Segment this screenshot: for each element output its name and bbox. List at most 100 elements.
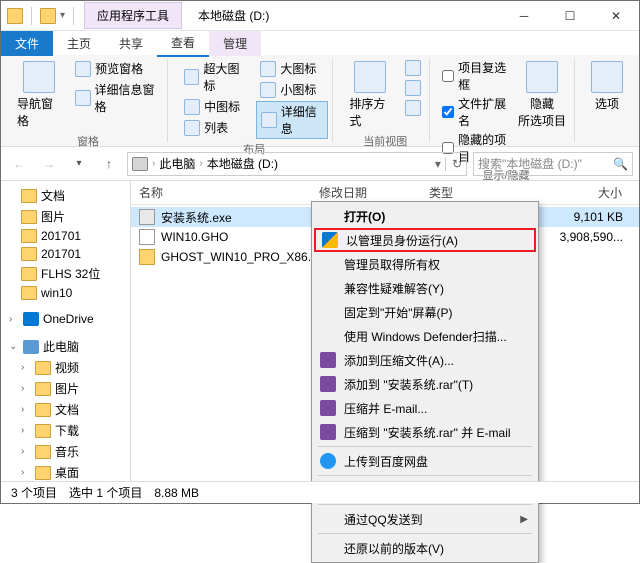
view-l-icons[interactable]: 大图标 [256, 59, 328, 78]
detail-pane-button[interactable]: 详细信息窗格 [71, 80, 163, 116]
sidebar-item-pics[interactable]: ›图片 [1, 378, 130, 399]
file-size: 3,908,590... [531, 230, 639, 244]
l-icon [260, 61, 276, 77]
sort-by-button[interactable]: 排序方式 [345, 59, 395, 131]
sidebar-item-201701[interactable]: 201701 [1, 227, 130, 245]
preview-icon [75, 61, 91, 77]
options-button[interactable]: 选项 [587, 59, 627, 114]
context-tab[interactable]: 应用程序工具 [84, 2, 182, 29]
sidebar-item-docs[interactable]: ›文档 [1, 399, 130, 420]
drive-icon [132, 157, 148, 171]
ctx-baidu[interactable]: 上传到百度网盘 [314, 449, 536, 473]
file-extensions[interactable]: 文件扩展名 [442, 95, 508, 129]
breadcrumb[interactable]: 此电脑 [159, 155, 195, 172]
chevron-right-icon[interactable]: › [9, 314, 19, 325]
forward-button[interactable]: → [37, 152, 61, 176]
ctx-compat[interactable]: 兼容性疑难解答(Y) [314, 276, 536, 300]
details-icon [261, 112, 276, 128]
back-button[interactable]: ← [7, 152, 31, 176]
up-button[interactable]: ↑ [97, 152, 121, 176]
col-name[interactable]: 名称 [131, 184, 311, 201]
ctx-run-as-admin[interactable]: 以管理员身份运行(A) [314, 228, 536, 252]
sidebar-item-desktop[interactable]: ›桌面 [1, 462, 130, 481]
minimize-button[interactable]: ─ [501, 1, 547, 31]
close-button[interactable]: ✕ [593, 1, 639, 31]
chevron-right-icon: ▶ [520, 514, 528, 525]
sort-icon [354, 61, 386, 93]
view-details[interactable]: 详细信息 [256, 101, 328, 139]
view-xl-icons[interactable]: 超大图标 [180, 59, 250, 95]
sidebar-item-docs[interactable]: 文档 [1, 185, 130, 206]
list-icon [184, 120, 200, 136]
tab-manage[interactable]: 管理 [209, 31, 261, 56]
addcol-button[interactable] [401, 79, 425, 97]
maximize-button[interactable]: ☐ [547, 1, 593, 31]
nav-pane-label: 导航窗格 [17, 95, 61, 129]
tab-home[interactable]: 主页 [53, 31, 105, 56]
folder-icon [21, 247, 37, 261]
address-bar-row: ← → ▾ ↑ › 此电脑 › 本地磁盘 (D:) ▾ ↻ 搜索"本地磁盘 (D… [1, 147, 639, 181]
ctx-open[interactable]: 打开(O) [314, 204, 536, 228]
sidebar-item-flhs[interactable]: FLHS 32位 [1, 263, 130, 284]
ctx-email-zip[interactable]: 压缩并 E-mail... [314, 396, 536, 420]
nav-pane-button[interactable]: 导航窗格 [13, 59, 65, 131]
col-size[interactable]: 大小 [501, 184, 639, 201]
sidebar-item-onedrive[interactable]: ›OneDrive [1, 310, 130, 328]
search-box[interactable]: 搜索"本地磁盘 (D:)" 🔍 [473, 152, 633, 176]
ctx-email-rar[interactable]: 压缩到 "安装系统.rar" 并 E-mail [314, 420, 536, 444]
folder-icon [35, 466, 51, 480]
tab-share[interactable]: 共享 [105, 31, 157, 56]
rar-icon [320, 424, 336, 440]
item-checkboxes[interactable]: 项目复选框 [442, 59, 508, 93]
window-title: 本地磁盘 (D:) [182, 7, 285, 24]
view-s-icons[interactable]: 小图标 [256, 80, 328, 99]
ctx-add-archive[interactable]: 添加到压缩文件(A)... [314, 348, 536, 372]
view-m-icons[interactable]: 中图标 [180, 97, 250, 116]
sidebar-item-video[interactable]: ›视频 [1, 357, 130, 378]
sizecol-button[interactable] [401, 99, 425, 117]
preview-pane-button[interactable]: 预览窗格 [71, 59, 163, 78]
ctx-add-rar[interactable]: 添加到 "安装系统.rar"(T) [314, 372, 536, 396]
detail-icon [75, 90, 90, 106]
ctx-defender[interactable]: 使用 Windows Defender扫描... [314, 324, 536, 348]
chevron-right-icon[interactable]: › [199, 158, 202, 169]
dropdown-icon[interactable]: ▾ [435, 157, 441, 171]
pc-icon [23, 340, 39, 354]
col-type[interactable]: 类型 [421, 184, 501, 201]
rar-icon [320, 400, 336, 416]
folder-icon [21, 210, 37, 224]
view-list[interactable]: 列表 [180, 118, 250, 137]
recent-button[interactable]: ▾ [67, 152, 91, 176]
exe-icon [139, 209, 155, 225]
tab-file[interactable]: 文件 [1, 31, 53, 56]
folder-icon[interactable] [40, 8, 56, 24]
address-bar[interactable]: › 此电脑 › 本地磁盘 (D:) ▾ ↻ [127, 152, 467, 176]
sidebar-item-thispc[interactable]: ⌄此电脑 [1, 336, 130, 357]
context-menu: 打开(O) 以管理员身份运行(A) 管理员取得所有权 兼容性疑难解答(Y) 固定… [311, 201, 539, 563]
status-bar: 3 个项目 选中 1 个项目 8.88 MB [1, 481, 639, 503]
quick-access-toolbar: ▾ [1, 7, 84, 25]
rar-icon [320, 376, 336, 392]
baidu-icon [320, 453, 336, 469]
ctx-take-ownership[interactable]: 管理员取得所有权 [314, 252, 536, 276]
sidebar-item-win10[interactable]: win10 [1, 284, 130, 302]
breadcrumb[interactable]: 本地磁盘 (D:) [207, 155, 278, 172]
ctx-restore[interactable]: 还原以前的版本(V) [314, 536, 536, 560]
ctx-pin-start[interactable]: 固定到"开始"屏幕(P) [314, 300, 536, 324]
sidebar-item-201701[interactable]: 201701 [1, 245, 130, 263]
groupby-button[interactable] [401, 59, 425, 77]
tab-view[interactable]: 查看 [157, 30, 209, 57]
dropdown-icon[interactable]: ▾ [60, 10, 65, 21]
hide-selected-button[interactable]: 隐藏 所选项目 [514, 59, 570, 131]
sidebar-item-download[interactable]: ›下载 [1, 420, 130, 441]
folder-icon [35, 361, 51, 375]
sidebar-item-pics[interactable]: 图片 [1, 206, 130, 227]
sidebar-item-music[interactable]: ›音乐 [1, 441, 130, 462]
col-date[interactable]: 修改日期 [311, 184, 421, 201]
rar-icon [320, 352, 336, 368]
chevron-right-icon[interactable]: › [152, 158, 155, 169]
sort-label: 排序方式 [349, 95, 391, 129]
refresh-icon[interactable]: ↻ [445, 157, 462, 171]
chevron-down-icon[interactable]: ⌄ [9, 341, 19, 352]
ctx-qq[interactable]: 通过QQ发送到▶ [314, 507, 536, 531]
